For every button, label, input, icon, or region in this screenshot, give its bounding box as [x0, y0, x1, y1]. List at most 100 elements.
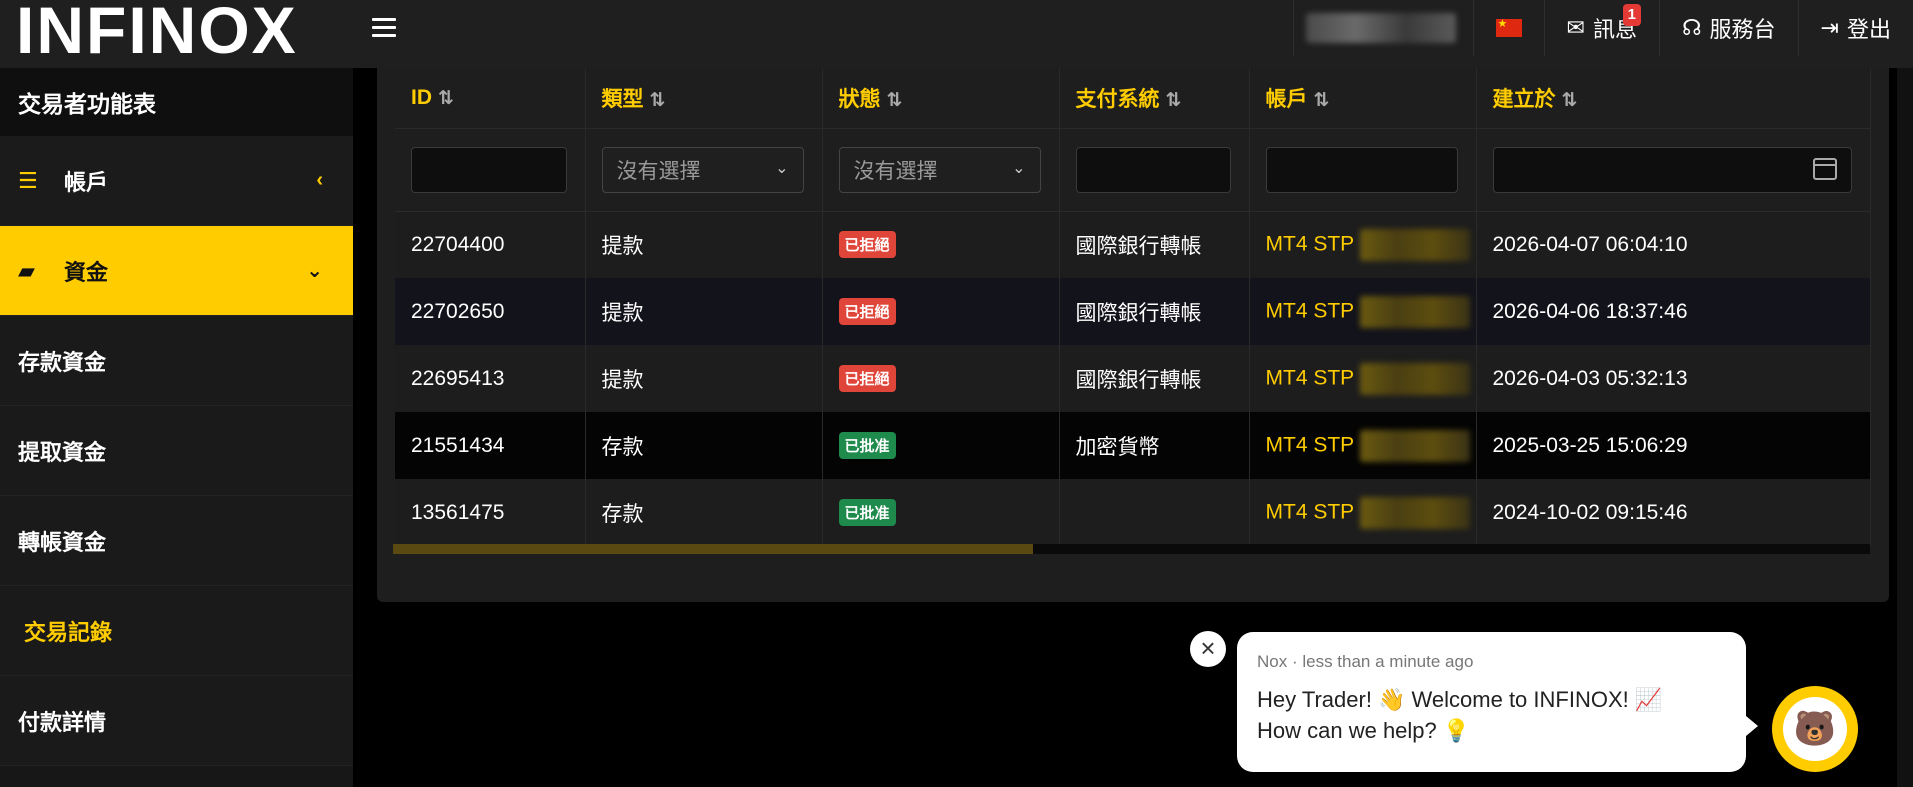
- cell-id: 22702650: [395, 278, 586, 345]
- sort-icon: ⇅: [1165, 89, 1182, 111]
- cell-type: 存款: [585, 479, 823, 546]
- sidebar: 交易者功能表 ☰ 帳戶 ‹ ▰ 資金 ⌄ 存款資金 提取資金 轉帳資金 交易記錄…: [0, 68, 353, 787]
- cell-payment: 國際銀行轉帳: [1059, 211, 1250, 278]
- vertical-scrollbar[interactable]: [1897, 68, 1913, 787]
- chat-close-button[interactable]: ×: [1190, 631, 1226, 667]
- status-badge: 已批准: [838, 432, 896, 459]
- payment-filter-input[interactable]: [1075, 146, 1231, 193]
- sort-icon: ⇅: [1313, 89, 1330, 111]
- sidebar-item-funds[interactable]: ▰ 資金 ⌄: [0, 226, 353, 316]
- chat-line-2: How can we help? 💡: [1257, 718, 1471, 743]
- account-filter-input[interactable]: [1265, 146, 1458, 193]
- cell-status: 已拒絕: [822, 278, 1060, 345]
- cell-status: 已拒絕: [822, 211, 1060, 278]
- sidebar-item-label: 交易記錄: [24, 619, 113, 645]
- id-filter-input[interactable]: [411, 146, 567, 193]
- account-number-blurred: [1360, 295, 1471, 328]
- status-badge: 已拒絕: [838, 365, 896, 392]
- cell-payment: [1059, 479, 1250, 546]
- column-header-type[interactable]: 類型 ⇅: [585, 68, 823, 129]
- scrollbar-thumb[interactable]: [393, 544, 1033, 554]
- calendar-icon[interactable]: [1812, 157, 1837, 180]
- cell-type: 存款: [585, 412, 823, 479]
- column-header-id[interactable]: ID ⇅: [395, 68, 586, 129]
- logo-text: INFINOX: [16, 0, 298, 67]
- table-row[interactable]: 22702650 提款 已拒絕 國際銀行轉帳 MT4 STP 2026-04-0…: [395, 278, 1871, 345]
- messages-count-badge: 1: [1622, 4, 1641, 26]
- user-name-blurred[interactable]: [1292, 0, 1473, 56]
- column-header-payment-system[interactable]: 支付系統 ⇅: [1059, 68, 1250, 129]
- chat-meta: Nox · less than a minute ago: [1257, 652, 1474, 671]
- logout-icon: ⇥: [1820, 15, 1839, 40]
- account-number-blurred: [1360, 362, 1471, 395]
- language-selector[interactable]: [1472, 0, 1544, 56]
- header-actions: ✉ 訊息 1 ☊ 服務台 ⇥ 登出: [1292, 0, 1913, 56]
- status-badge: 已批准: [838, 499, 896, 526]
- chat-launcher-avatar[interactable]: 🐻: [1772, 686, 1858, 772]
- sort-icon: ⇅: [1561, 89, 1578, 111]
- sidebar-item-transfer[interactable]: 轉帳資金: [0, 496, 353, 586]
- top-header: INFINOX ✉ 訊息 1 ☊ 服務台 ⇥ 登出: [0, 0, 1913, 68]
- sidebar-item-label: 帳戶: [64, 169, 109, 195]
- table-row[interactable]: 21551434 存款 已批准 加密貨幣 MT4 STP 2025-03-25 …: [395, 412, 1871, 479]
- transactions-panel: ID ⇅ 類型 ⇅ 狀態 ⇅ 支付系統 ⇅ 帳戶 ⇅ 建立於 ⇅ 沒有選擇 ⌄ 沒有選擇 ⌄: [377, 68, 1889, 602]
- column-header-created[interactable]: 建立於 ⇅: [1476, 68, 1871, 129]
- cell-type: 提款: [585, 278, 823, 345]
- headset-icon: ☊: [1681, 15, 1702, 40]
- table-row[interactable]: 22695413 提款 已拒絕 國際銀行轉帳 MT4 STP 2026-04-0…: [395, 345, 1871, 412]
- cell-account: MT4 STP: [1249, 479, 1477, 546]
- chevron-down-icon: ⌄: [1012, 159, 1026, 177]
- type-filter-select[interactable]: 沒有選擇 ⌄: [601, 146, 804, 193]
- logout-label: 登出: [1846, 17, 1891, 42]
- cell-status: 已拒絕: [822, 345, 1060, 412]
- cell-id: 22695413: [395, 345, 586, 412]
- infinox-logo[interactable]: INFINOX: [16, 0, 298, 63]
- table-row[interactable]: 13561475 存款 已批准 MT4 STP 2024-10-02 09:15…: [395, 479, 1871, 546]
- cell-created: 2026-04-06 18:37:46: [1476, 278, 1871, 345]
- column-header-account[interactable]: 帳戶 ⇅: [1249, 68, 1477, 129]
- status-filter-select[interactable]: 沒有選擇 ⌄: [838, 146, 1041, 193]
- cell-status: 已批准: [822, 412, 1060, 479]
- chat-line-1: Hey Trader! 👋 Welcome to INFINOX! 📈: [1257, 687, 1663, 712]
- cell-payment: 國際銀行轉帳: [1059, 278, 1250, 345]
- transactions-table: ID ⇅ 類型 ⇅ 狀態 ⇅ 支付系統 ⇅ 帳戶 ⇅ 建立於 ⇅ 沒有選擇 ⌄ 沒有選擇 ⌄: [395, 68, 1871, 546]
- support-button[interactable]: ☊ 服務台: [1658, 0, 1798, 56]
- account-number-blurred: [1360, 496, 1471, 529]
- table-row[interactable]: 22704400 提款 已拒絕 國際銀行轉帳 MT4 STP 2026-04-0…: [395, 211, 1871, 278]
- chevron-down-icon: ⌄: [775, 159, 789, 177]
- sidebar-item-transaction-history[interactable]: 交易記錄: [0, 586, 353, 676]
- status-badge: 已拒絕: [838, 231, 896, 259]
- messages-button[interactable]: ✉ 訊息 1: [1543, 0, 1659, 56]
- cell-id: 22704400: [395, 211, 586, 278]
- date-filter-input[interactable]: [1492, 146, 1852, 193]
- sort-icon: ⇅: [438, 87, 454, 109]
- cell-account: MT4 STP: [1249, 211, 1477, 278]
- sidebar-item-accounts[interactable]: ☰ 帳戶 ‹: [0, 136, 353, 226]
- account-number-blurred: [1360, 228, 1471, 261]
- logout-button[interactable]: ⇥ 登出: [1797, 0, 1913, 56]
- sidebar-item-label: 存款資金: [18, 349, 107, 375]
- wallet-icon: ▰: [18, 257, 35, 283]
- cell-created: 2024-10-02 09:15:46: [1476, 479, 1871, 546]
- horizontal-scrollbar[interactable]: [393, 544, 1870, 554]
- sidebar-item-label: 付款詳情: [18, 709, 107, 735]
- chat-bubble-tail: [1746, 716, 1758, 736]
- cell-created: 2026-04-03 05:32:13: [1476, 345, 1871, 412]
- cell-created: 2025-03-25 15:06:29: [1476, 412, 1871, 479]
- cell-account: MT4 STP: [1249, 345, 1477, 412]
- sidebar-item-label: 提取資金: [18, 439, 107, 465]
- filter-row: 沒有選擇 ⌄ 沒有選擇 ⌄: [395, 128, 1871, 212]
- chevron-left-icon: ‹: [316, 169, 323, 191]
- sidebar-item-deposit[interactable]: 存款資金: [0, 316, 353, 406]
- cell-created: 2026-04-07 06:04:10: [1476, 211, 1871, 278]
- sidebar-item-payment-details[interactable]: 付款詳情: [0, 676, 353, 766]
- china-flag-icon: [1495, 17, 1522, 37]
- cell-status: 已批准: [822, 479, 1060, 546]
- cell-account: MT4 STP: [1249, 412, 1477, 479]
- sort-icon: ⇅: [886, 89, 903, 111]
- bear-mascot-icon: 🐻: [1783, 697, 1847, 761]
- sidebar-item-withdraw[interactable]: 提取資金: [0, 406, 353, 496]
- hamburger-menu-icon[interactable]: [372, 18, 396, 40]
- column-header-status[interactable]: 狀態 ⇅: [822, 68, 1060, 129]
- chat-message-bubble[interactable]: Nox · less than a minute ago Hey Trader!…: [1237, 632, 1746, 772]
